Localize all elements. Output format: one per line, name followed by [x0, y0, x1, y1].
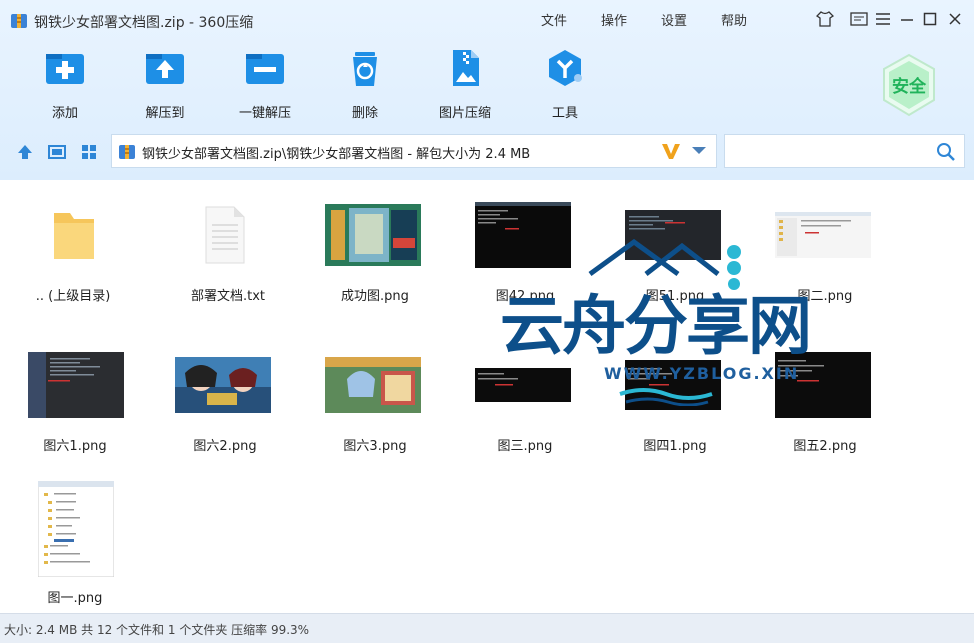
- one-click-extract-label: 一键解压: [238, 106, 291, 121]
- menu-settings[interactable]: 设置: [661, 10, 687, 29]
- delete-label: 删除: [351, 106, 378, 121]
- file-name: 图六3.png: [343, 439, 407, 454]
- file-item[interactable]: 图五2.png: [750, 331, 880, 461]
- menu-file[interactable]: 文件: [541, 10, 567, 29]
- file-item[interactable]: 图三.png: [450, 331, 580, 461]
- tools-button[interactable]: 工具: [525, 48, 605, 121]
- address-dropdown-icon[interactable]: [692, 147, 706, 154]
- safe-badge-label: 安全: [892, 77, 926, 97]
- detail-view-icon[interactable]: [48, 143, 66, 161]
- menu-operate[interactable]: 操作: [601, 10, 627, 29]
- close-icon[interactable]: [945, 9, 965, 29]
- file-name: 图42.png: [495, 289, 555, 304]
- menu-icon[interactable]: [873, 9, 893, 29]
- zip-archive-icon: [119, 145, 135, 159]
- grid-view-icon[interactable]: [80, 143, 98, 161]
- extract-to-icon: [146, 54, 184, 84]
- file-name: 成功图.png: [341, 289, 409, 304]
- image-thumbnail: [625, 349, 721, 421]
- image-thumbnail: [775, 199, 871, 271]
- extract-to-label: 解压到: [145, 106, 185, 121]
- menu-help[interactable]: 帮助: [721, 10, 747, 29]
- text-file-icon: [185, 199, 265, 271]
- folder-icon: [36, 199, 112, 271]
- one-click-extract-button[interactable]: 一键解压: [225, 48, 305, 121]
- image-thumbnail: [28, 481, 124, 577]
- up-arrow-icon[interactable]: [16, 143, 34, 161]
- file-name: 图五2.png: [793, 439, 857, 454]
- file-name: .. (上级目录): [35, 289, 111, 304]
- top-panel: 钢铁少女部署文档图.zip - 360压缩 文件 操作 设置 帮助 添加 解压到…: [0, 0, 974, 180]
- file-item[interactable]: 图42.png: [450, 181, 580, 311]
- status-text: 大小: 2.4 MB 共 12 个文件和 1 个文件夹 压缩率 99.3%: [4, 623, 310, 637]
- file-name: 图六2.png: [193, 439, 257, 454]
- image-thumbnail: [625, 199, 721, 271]
- delete-button[interactable]: 删除: [325, 48, 405, 121]
- title-bar: 钢铁少女部署文档图.zip - 360压缩 文件 操作 设置 帮助: [0, 0, 974, 40]
- image-thumbnail: [175, 349, 271, 421]
- status-bar: 大小: 2.4 MB 共 12 个文件和 1 个文件夹 压缩率 99.3%: [0, 613, 974, 643]
- delete-icon: [353, 52, 377, 86]
- address-path: 钢铁少女部署文档图.zip\钢铁少女部署文档图 - 解包大小为 2.4 MB: [142, 147, 531, 162]
- file-name: 图三.png: [497, 439, 553, 454]
- one-click-extract-icon: [246, 54, 284, 84]
- minimize-icon[interactable]: [897, 9, 917, 29]
- image-thumbnail: [28, 349, 124, 421]
- skin-icon[interactable]: [815, 9, 835, 29]
- file-item[interactable]: 图六3.png: [300, 331, 430, 461]
- file-name: 部署文档.txt: [190, 289, 266, 304]
- file-name: 图一.png: [47, 591, 103, 606]
- search-icon[interactable]: [936, 142, 956, 162]
- image-thumbnail: [775, 349, 871, 421]
- file-item[interactable]: 图四1.png: [600, 331, 730, 461]
- file-item[interactable]: .. (上级目录): [36, 181, 166, 311]
- window-title: 钢铁少女部署文档图.zip - 360压缩: [34, 15, 254, 31]
- safe-badge[interactable]: 安全: [880, 52, 938, 118]
- image-compress-button[interactable]: 图片压缩: [425, 48, 505, 121]
- tools-icon: [549, 50, 582, 86]
- image-thumbnail: [475, 349, 571, 421]
- add-label: 添加: [51, 106, 78, 121]
- search-box[interactable]: [724, 134, 965, 168]
- maximize-icon[interactable]: [920, 9, 940, 29]
- image-compress-label: 图片压缩: [438, 106, 491, 121]
- file-item[interactable]: 图六1.png: [0, 331, 130, 461]
- file-item[interactable]: 图51.png: [600, 181, 730, 311]
- zip-archive-icon: [11, 14, 27, 28]
- file-item[interactable]: 图六2.png: [150, 331, 280, 461]
- file-name: 图六1.png: [43, 439, 107, 454]
- file-item[interactable]: 图二.png: [750, 181, 880, 311]
- file-name: 图四1.png: [643, 439, 707, 454]
- feedback-icon[interactable]: [849, 9, 869, 29]
- file-name: 图51.png: [645, 289, 705, 304]
- image-thumbnail: [325, 349, 421, 421]
- image-thumbnail: [475, 199, 571, 271]
- file-item[interactable]: 图一.png: [0, 481, 130, 611]
- tools-label: 工具: [551, 106, 578, 121]
- image-thumbnail: [325, 199, 421, 271]
- file-name: 图二.png: [797, 289, 853, 304]
- add-button[interactable]: 添加: [25, 48, 105, 121]
- file-item[interactable]: 成功图.png: [300, 181, 430, 311]
- add-icon: [46, 54, 84, 84]
- address-bar[interactable]: 钢铁少女部署文档图.zip\钢铁少女部署文档图 - 解包大小为 2.4 MB: [111, 134, 717, 168]
- verify-v-icon[interactable]: [660, 140, 682, 162]
- extract-to-button[interactable]: 解压到: [125, 48, 205, 121]
- image-compress-icon: [453, 50, 479, 86]
- file-list: .. (上级目录) 部署文档.txt 成功图.png 图42.png 图51.p…: [0, 181, 974, 613]
- file-item[interactable]: 部署文档.txt: [185, 181, 315, 311]
